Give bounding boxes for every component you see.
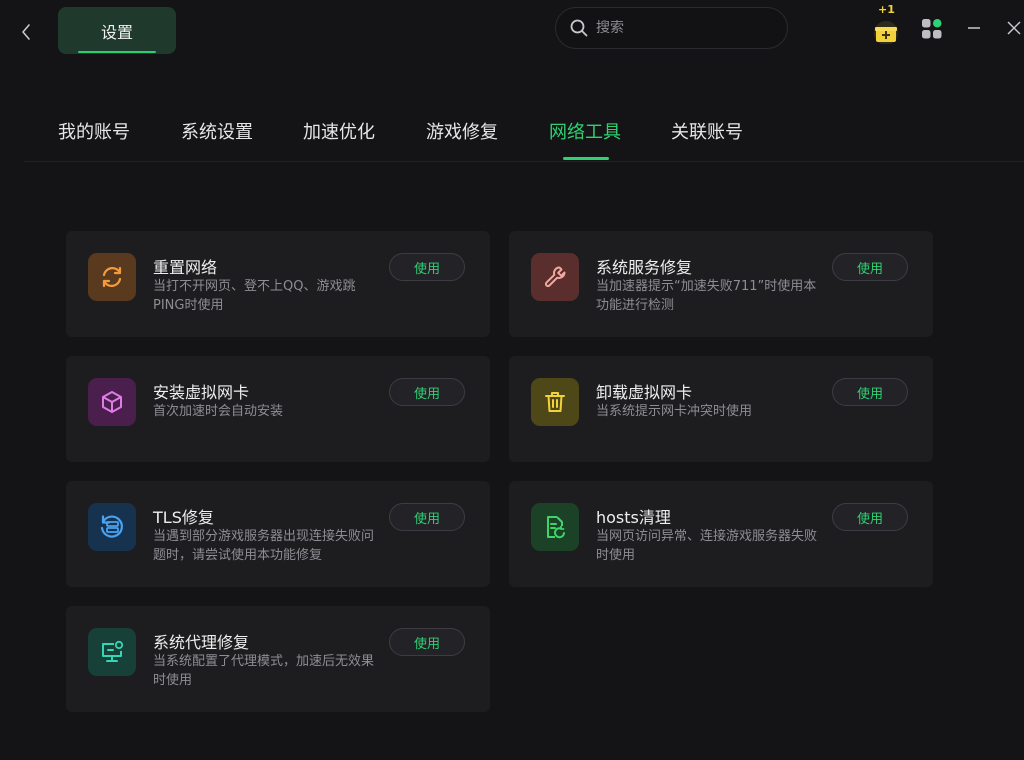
settings-title-tab[interactable]: 设置 xyxy=(58,7,176,54)
card-title: 卸载虚拟网卡 xyxy=(596,383,693,402)
server-refresh-icon xyxy=(100,515,123,538)
card-description: 首次加速时会自动安装 xyxy=(153,404,284,419)
tab-game-repair[interactable]: 游戏修复 xyxy=(426,118,498,144)
card-title: 安装虚拟网卡 xyxy=(153,383,250,402)
minimize-button[interactable] xyxy=(964,18,984,38)
card-icon-bg xyxy=(531,503,579,551)
card-icon-bg xyxy=(88,628,136,676)
card-description: 当系统提示网卡冲突时使用 xyxy=(596,404,753,419)
card-title: 重置网络 xyxy=(153,258,218,277)
back-button[interactable] xyxy=(14,18,38,46)
card-install-virtual-nic: 安装虚拟网卡 首次加速时会自动安装 使用 xyxy=(66,356,490,462)
minimize-icon xyxy=(968,27,980,29)
card-title: hosts清理 xyxy=(596,508,671,527)
apps-button[interactable] xyxy=(921,18,943,40)
active-tab-indicator xyxy=(563,157,609,160)
card-hosts-cleanup: hosts清理 当网页访问异常、连接游戏服务器失败时使用 使用 xyxy=(509,481,933,587)
use-button-system-service-repair[interactable]: 使用 xyxy=(832,253,908,281)
tab-acceleration[interactable]: 加速优化 xyxy=(303,118,375,144)
card-description: 当加速器提示“加速失败711”时使用本功能进行检测 xyxy=(596,279,817,313)
card-title: 系统服务修复 xyxy=(596,258,693,277)
card-reset-network: 重置网络 当打不开网页、登不上QQ、游戏跳PING时使用 使用 xyxy=(66,231,490,337)
tab-my-account[interactable]: 我的账号 xyxy=(58,118,130,144)
use-button-tls-repair[interactable]: 使用 xyxy=(389,503,465,531)
gift-badge: +1 xyxy=(878,3,895,16)
gift-box-icon xyxy=(874,21,898,44)
tab-linked-accounts[interactable]: 关联账号 xyxy=(671,118,743,144)
card-description: 当系统配置了代理模式，加速后无效果时使用 xyxy=(153,654,375,688)
grid-apps-icon xyxy=(922,19,942,39)
close-button[interactable] xyxy=(1004,18,1024,38)
use-button-hosts-cleanup[interactable]: 使用 xyxy=(832,503,908,531)
refresh-icon xyxy=(102,266,122,288)
gift-button[interactable]: +1 xyxy=(866,2,906,44)
card-system-proxy-repair: 系统代理修复 当系统配置了代理模式，加速后无效果时使用 使用 xyxy=(66,606,490,712)
use-button-system-proxy-repair[interactable]: 使用 xyxy=(389,628,465,656)
card-tls-repair: TLS修复 当遇到部分游戏服务器出现连接失败问题时，请尝试使用本功能修复 使用 xyxy=(66,481,490,587)
tab-system-settings[interactable]: 系统设置 xyxy=(181,118,253,144)
chevron-left-icon xyxy=(22,24,30,40)
card-title: TLS修复 xyxy=(153,508,214,527)
card-uninstall-virtual-nic: 卸载虚拟网卡 当系统提示网卡冲突时使用 使用 xyxy=(509,356,933,462)
settings-nav: 我的账号 系统设置 加速优化 游戏修复 网络工具 关联账号 xyxy=(24,100,1024,162)
settings-title-label: 设置 xyxy=(100,22,133,42)
trash-icon xyxy=(545,392,565,412)
use-button-reset-network[interactable]: 使用 xyxy=(389,253,465,281)
card-description: 当网页访问异常、连接游戏服务器失败时使用 xyxy=(596,529,818,563)
search-box[interactable] xyxy=(555,7,788,49)
monitor-icon xyxy=(102,640,124,662)
use-button-uninstall-virtual-nic[interactable]: 使用 xyxy=(832,378,908,406)
search-input[interactable] xyxy=(596,20,766,36)
file-clean-icon xyxy=(547,516,565,539)
card-title: 系统代理修复 xyxy=(153,633,250,652)
wrench-icon xyxy=(544,266,566,288)
card-icon-bg xyxy=(88,503,136,551)
close-icon xyxy=(1007,21,1021,35)
card-description: 当遇到部分游戏服务器出现连接失败问题时，请尝试使用本功能修复 xyxy=(153,529,375,563)
card-icon-bg xyxy=(88,253,136,301)
card-icon-bg xyxy=(531,378,579,426)
card-system-service-repair: 系统服务修复 当加速器提示“加速失败711”时使用本功能进行检测 使用 xyxy=(509,231,933,337)
card-description: 当打不开网页、登不上QQ、游戏跳PING时使用 xyxy=(153,279,356,313)
cube-icon xyxy=(102,391,122,413)
tab-network-tools[interactable]: 网络工具 xyxy=(549,118,621,144)
use-button-install-virtual-nic[interactable]: 使用 xyxy=(389,378,465,406)
card-icon-bg xyxy=(88,378,136,426)
search-icon xyxy=(570,19,588,37)
card-icon-bg xyxy=(531,253,579,301)
